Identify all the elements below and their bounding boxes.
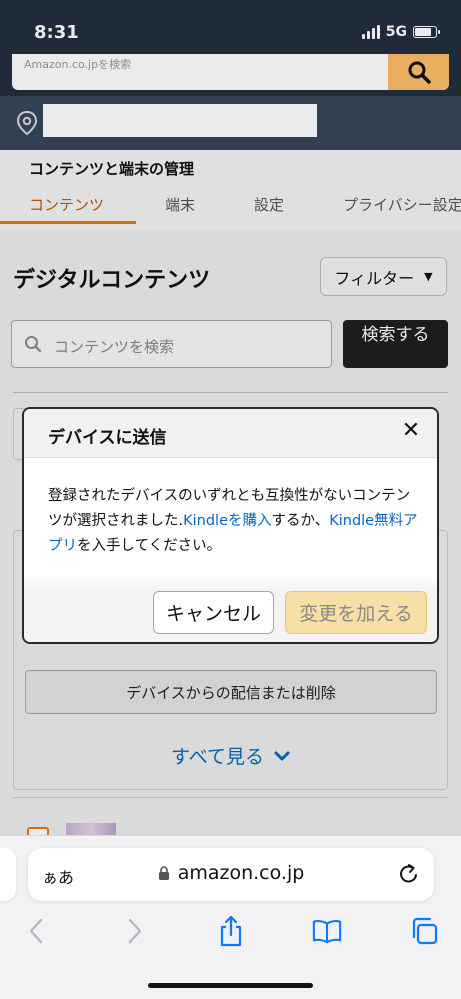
safari-bottom-bar: ぁあ amazon.co.jp (0, 835, 461, 999)
reload-icon[interactable] (398, 862, 420, 886)
safari-toolbar (0, 914, 461, 954)
modal-header: デバイスに送信 ✕ (24, 409, 437, 458)
lock-icon (158, 865, 169, 880)
modal-message: 登録されたデバイスのいずれとも互換性がないコンテンツが選択されました.Kindl… (48, 484, 418, 559)
modal-footer: キャンセル 変更を加える (24, 576, 437, 642)
address-bar[interactable]: ぁあ amazon.co.jp (28, 848, 434, 901)
modal-message-middle: するか、 (271, 513, 330, 529)
modal-message-suffix: を入手してください。 (77, 538, 222, 554)
previous-tab-preview[interactable] (0, 848, 16, 901)
forward-icon[interactable] (120, 914, 150, 948)
modal-title: デバイスに送信 (48, 428, 167, 448)
kindle-buy-link[interactable]: Kindleを購入 (183, 513, 271, 529)
cancel-button[interactable]: キャンセル (153, 591, 274, 634)
home-indicator (148, 983, 313, 988)
send-to-device-modal: デバイスに送信 ✕ 登録されたデバイスのいずれとも互換性がないコンテンツが選択さ… (22, 407, 439, 644)
screen: 8:31 5G Amazon.co.jpを検索 コンテンツと端末の管理 コンテン… (0, 0, 461, 999)
tabs-icon[interactable] (409, 914, 439, 948)
url-display[interactable]: amazon.co.jp (28, 862, 434, 884)
share-icon[interactable] (216, 914, 246, 948)
apply-changes-button[interactable]: 変更を加える (285, 591, 427, 634)
url-text: amazon.co.jp (177, 862, 305, 884)
close-icon[interactable]: ✕ (399, 419, 423, 443)
back-icon[interactable] (21, 914, 51, 948)
bookmarks-icon[interactable] (312, 914, 342, 948)
